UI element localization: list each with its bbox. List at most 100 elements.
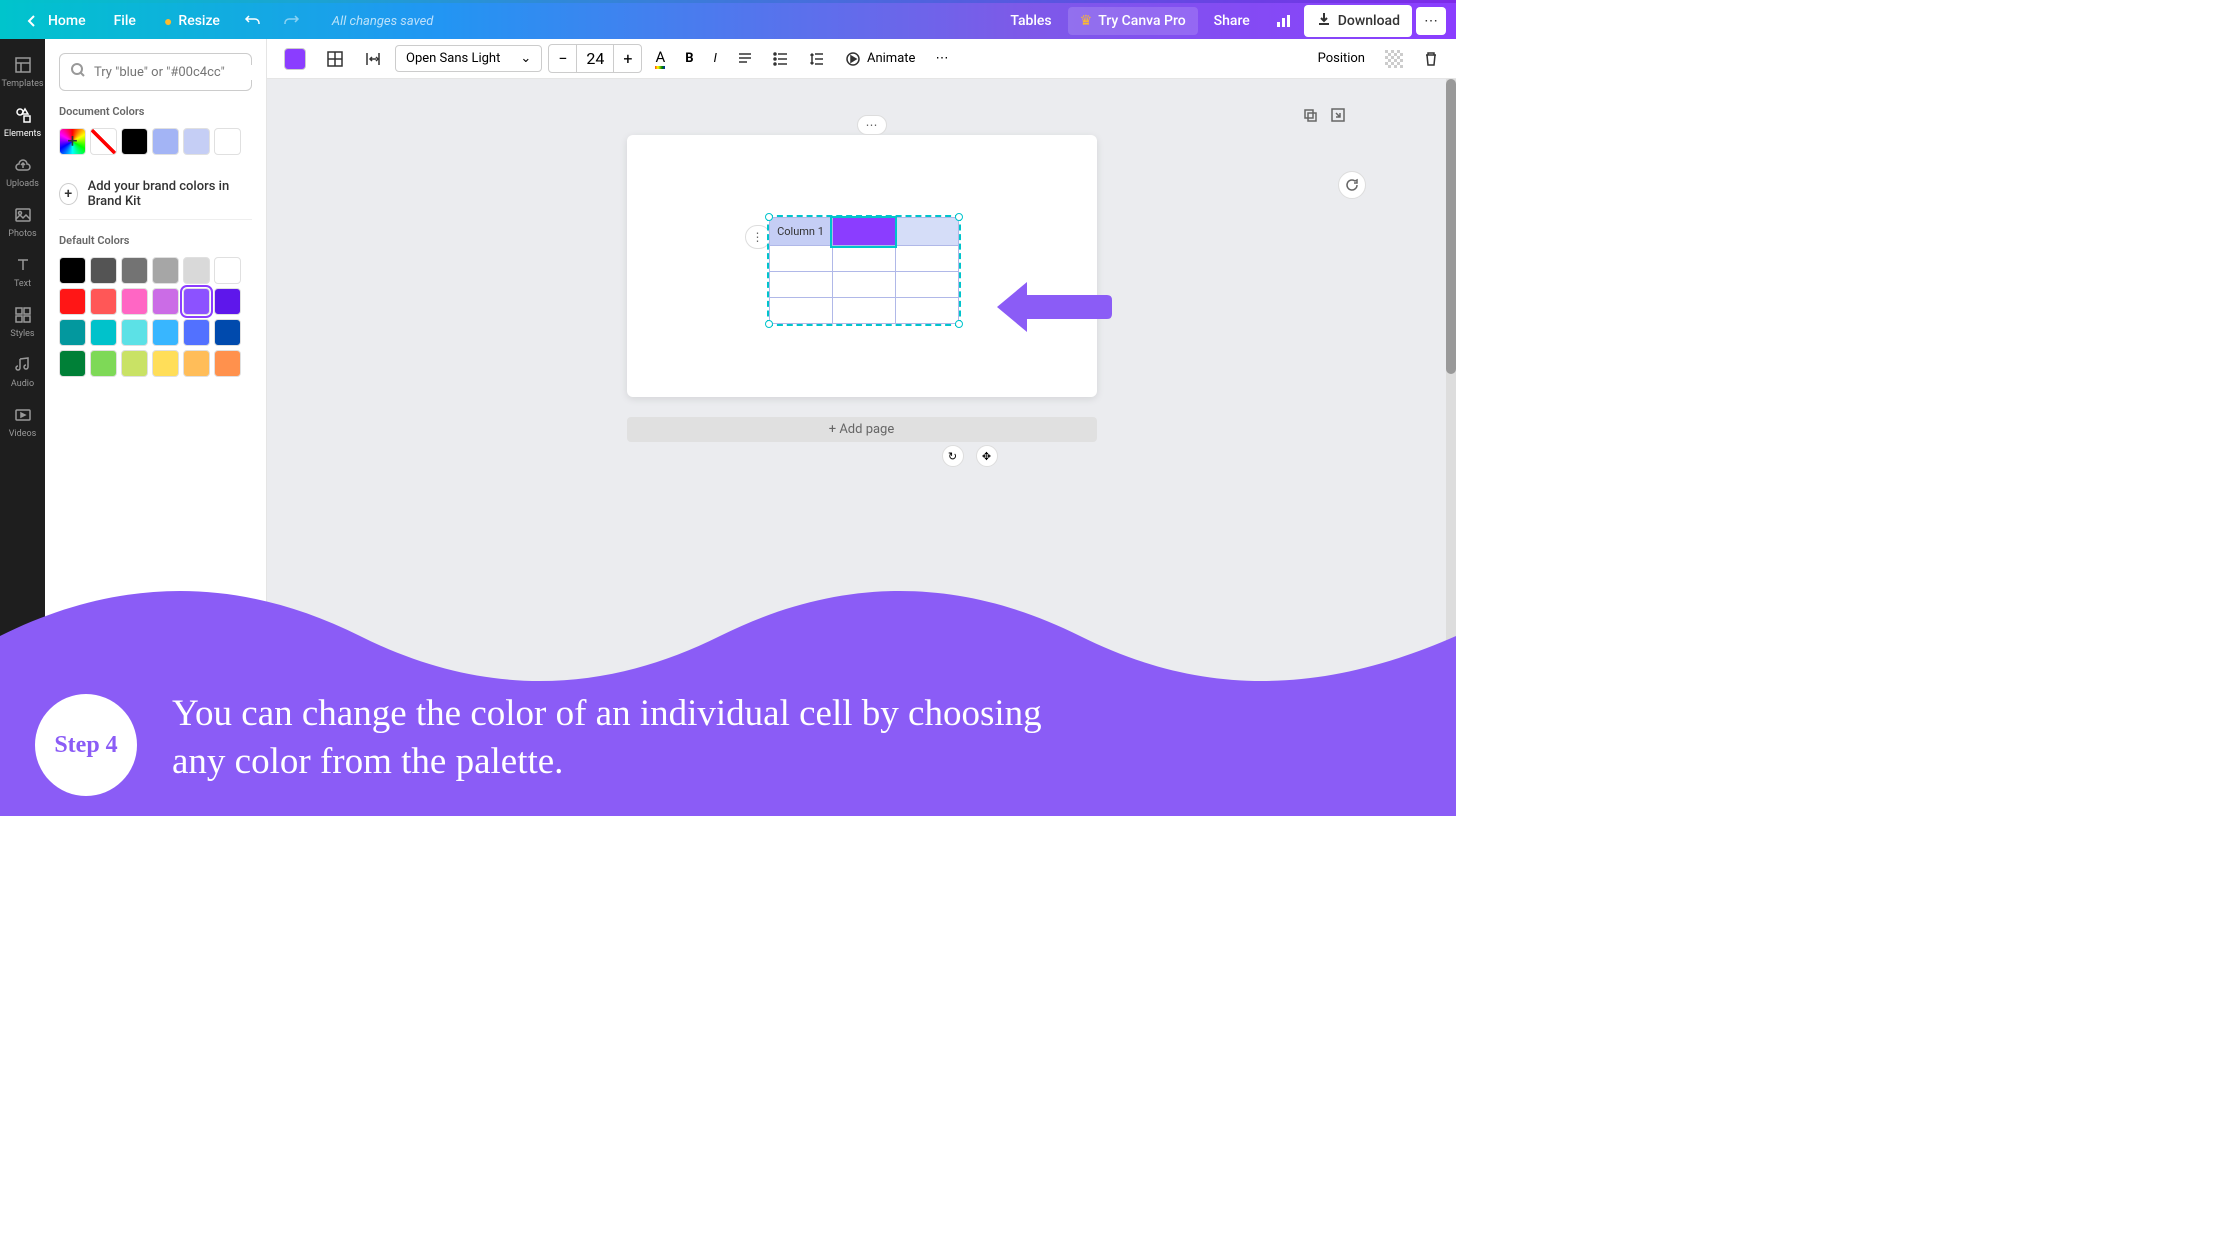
table-cell[interactable] bbox=[895, 298, 958, 324]
color-swatch[interactable] bbox=[121, 257, 148, 284]
color-swatch[interactable] bbox=[90, 319, 117, 346]
border-button[interactable] bbox=[319, 45, 351, 73]
color-swatch[interactable] bbox=[121, 319, 148, 346]
color-swatch[interactable] bbox=[59, 288, 86, 315]
animate-button[interactable]: Animate bbox=[838, 46, 922, 72]
bold-button[interactable]: B bbox=[678, 46, 700, 71]
increase-size-button[interactable]: + bbox=[614, 45, 641, 72]
color-swatch[interactable] bbox=[183, 288, 210, 315]
color-swatch[interactable] bbox=[183, 257, 210, 284]
design-canvas[interactable]: ⋯ ⋮ Column 1 bbox=[627, 135, 1097, 397]
color-swatch[interactable] bbox=[59, 350, 86, 377]
sidebar-item-templates[interactable]: Templates bbox=[0, 47, 45, 97]
table-cell[interactable] bbox=[769, 298, 832, 324]
refresh-button[interactable] bbox=[1338, 171, 1366, 199]
color-swatch[interactable] bbox=[121, 288, 148, 315]
table-header-cell-selected[interactable] bbox=[832, 218, 895, 246]
try-pro-button[interactable]: ♛ Try Canva Pro bbox=[1068, 7, 1198, 35]
table-cell[interactable] bbox=[895, 246, 958, 272]
color-swatch[interactable] bbox=[90, 288, 117, 315]
sidebar-item-audio[interactable]: Audio bbox=[0, 347, 45, 397]
color-panel: Document Colors + + Add your brand color… bbox=[45, 39, 267, 816]
text-color-button[interactable]: A bbox=[648, 43, 672, 74]
color-swatch[interactable] bbox=[121, 128, 148, 155]
sidebar-item-photos[interactable]: Photos bbox=[0, 197, 45, 247]
align-button[interactable] bbox=[730, 46, 760, 72]
color-swatch[interactable] bbox=[152, 350, 179, 377]
sidebar-item-videos[interactable]: Videos bbox=[0, 397, 45, 447]
color-swatch[interactable] bbox=[214, 257, 241, 284]
transparent-swatch[interactable] bbox=[90, 128, 117, 155]
transparency-button[interactable] bbox=[1378, 45, 1410, 73]
color-swatch[interactable] bbox=[183, 350, 210, 377]
add-color-swatch[interactable]: + bbox=[59, 128, 86, 155]
position-button[interactable]: Position bbox=[1311, 46, 1372, 71]
duplicate-page-button[interactable] bbox=[1302, 107, 1318, 127]
color-swatch[interactable] bbox=[90, 350, 117, 377]
expand-page-button[interactable] bbox=[1330, 107, 1346, 127]
table-cell[interactable] bbox=[832, 298, 895, 324]
brand-kit-button[interactable]: + Add your brand colors in Brand Kit bbox=[59, 169, 252, 220]
sidebar-item-styles[interactable]: Styles bbox=[0, 297, 45, 347]
table-cell[interactable] bbox=[832, 246, 895, 272]
move-button[interactable]: ✥ bbox=[976, 445, 998, 467]
add-page-button[interactable]: + Add page bbox=[627, 417, 1097, 442]
styles-icon bbox=[13, 305, 33, 325]
color-swatch[interactable] bbox=[214, 319, 241, 346]
rotate-button[interactable]: ↻ bbox=[942, 445, 964, 467]
color-swatch[interactable] bbox=[214, 128, 241, 155]
table-cell[interactable] bbox=[769, 246, 832, 272]
table-header-cell[interactable]: Column 1 bbox=[769, 218, 832, 246]
redo-button[interactable] bbox=[274, 6, 308, 36]
color-swatch[interactable] bbox=[183, 128, 210, 155]
crown-icon: ● bbox=[164, 13, 172, 30]
color-swatch[interactable] bbox=[183, 319, 210, 346]
tables-button[interactable]: Tables bbox=[998, 7, 1063, 35]
font-selector[interactable]: Open Sans Light ⌄ bbox=[395, 45, 542, 72]
more-options-button[interactable]: ⋯ bbox=[928, 46, 955, 71]
color-swatch[interactable] bbox=[90, 257, 117, 284]
color-swatch[interactable] bbox=[214, 350, 241, 377]
videos-icon bbox=[13, 405, 33, 425]
element-menu-button[interactable]: ⋯ bbox=[857, 115, 887, 135]
more-button[interactable]: ⋯ bbox=[1416, 7, 1446, 35]
color-swatch[interactable] bbox=[121, 350, 148, 377]
list-button[interactable] bbox=[766, 46, 796, 72]
table-cell[interactable] bbox=[895, 272, 958, 298]
font-size-value[interactable]: 24 bbox=[576, 45, 614, 72]
color-swatch[interactable] bbox=[152, 288, 179, 315]
italic-button[interactable]: I bbox=[707, 46, 724, 71]
resize-button[interactable]: ● Resize bbox=[152, 7, 232, 36]
editor-toolbar: Open Sans Light ⌄ − 24 + A B I Animate ⋯… bbox=[267, 39, 1456, 79]
undo-button[interactable] bbox=[236, 6, 270, 36]
file-button[interactable]: File bbox=[102, 7, 148, 35]
color-swatch[interactable] bbox=[152, 319, 179, 346]
canvas-area: ⋯ ⋮ Column 1 bbox=[267, 79, 1456, 816]
sidebar-item-text[interactable]: Text bbox=[0, 247, 45, 297]
search-input[interactable] bbox=[94, 65, 260, 80]
color-search[interactable] bbox=[59, 53, 252, 91]
color-swatch[interactable] bbox=[214, 288, 241, 315]
download-button[interactable]: Download bbox=[1304, 5, 1412, 37]
share-button[interactable]: Share bbox=[1202, 7, 1262, 35]
table-header-cell[interactable] bbox=[895, 218, 958, 246]
insights-button[interactable] bbox=[1266, 6, 1300, 36]
sidebar-item-uploads[interactable]: Uploads bbox=[0, 147, 45, 197]
default-colors-swatches bbox=[59, 257, 252, 377]
color-swatch[interactable] bbox=[152, 128, 179, 155]
sidebar-item-elements[interactable]: Elements bbox=[0, 97, 45, 147]
fill-color-button[interactable] bbox=[277, 43, 313, 75]
color-swatch[interactable] bbox=[59, 257, 86, 284]
scrollbar[interactable] bbox=[1446, 79, 1456, 816]
table-element[interactable]: Column 1 bbox=[767, 215, 961, 326]
color-swatch[interactable] bbox=[59, 319, 86, 346]
delete-button[interactable] bbox=[1416, 46, 1446, 72]
spacing-button[interactable] bbox=[357, 45, 389, 73]
color-swatch[interactable] bbox=[152, 257, 179, 284]
table-cell[interactable] bbox=[769, 272, 832, 298]
line-spacing-button[interactable] bbox=[802, 46, 832, 72]
home-button[interactable]: Home bbox=[10, 5, 98, 37]
templates-icon bbox=[13, 55, 33, 75]
table-cell[interactable] bbox=[832, 272, 895, 298]
decrease-size-button[interactable]: − bbox=[549, 45, 576, 72]
